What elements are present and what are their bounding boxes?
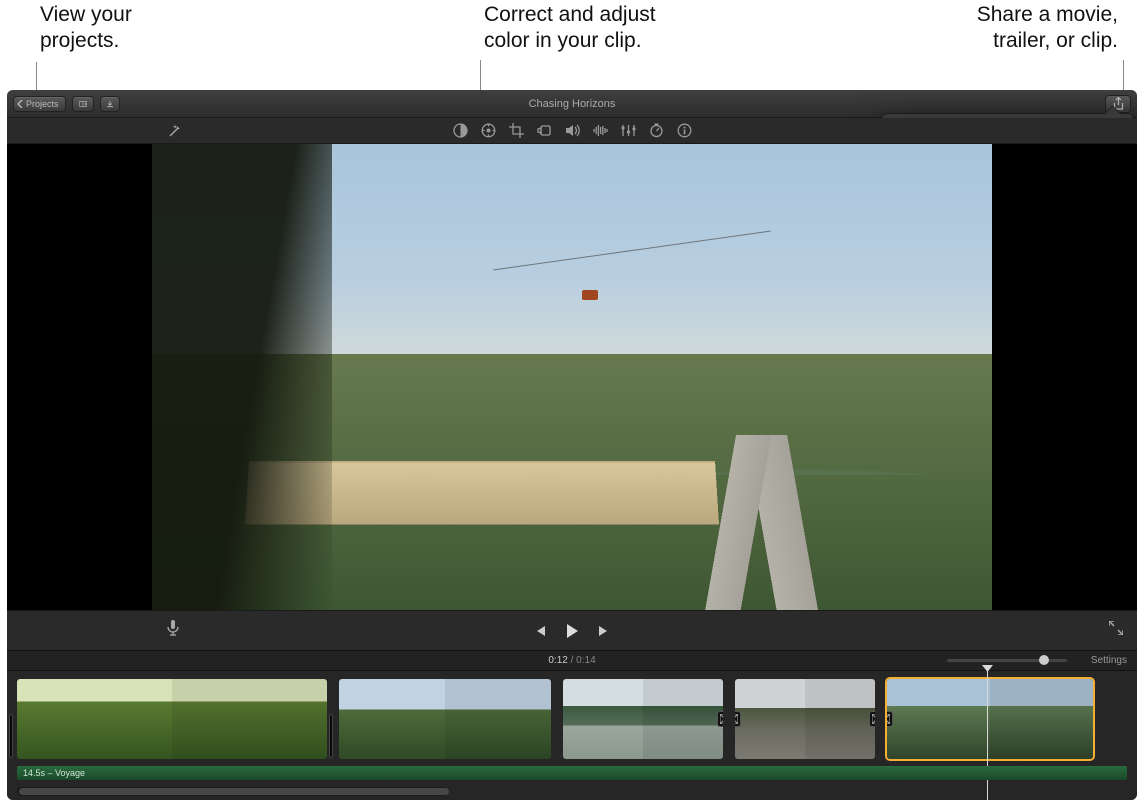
download-arrow-icon (107, 99, 113, 109)
timeline-clip[interactable] (17, 679, 327, 759)
callout-text: View your projects. (40, 3, 132, 52)
timeline-clip[interactable] (563, 679, 723, 759)
import-button[interactable] (100, 96, 120, 112)
next-button[interactable] (597, 624, 611, 638)
adjust-toolbar (7, 118, 1137, 144)
audio-track-label: 14.5s – Voyage (23, 768, 85, 778)
timeline-edge-handle-left[interactable] (9, 714, 13, 758)
info-button[interactable] (676, 123, 692, 139)
project-title: Chasing Horizons (529, 98, 616, 110)
audio-track[interactable]: 14.5s – Voyage (17, 766, 1127, 780)
viewer (7, 144, 1137, 650)
color-correction-button[interactable] (480, 123, 496, 139)
speed-button[interactable] (648, 123, 664, 139)
fullscreen-button[interactable] (1109, 621, 1123, 640)
zoom-slider[interactable] (947, 659, 1067, 662)
projects-button-label: Projects (26, 99, 59, 109)
transition-icon[interactable] (887, 711, 893, 727)
playhead[interactable] (987, 671, 988, 800)
equalizer-button[interactable] (620, 123, 636, 139)
timecode: 0:12 / 0:14 (548, 655, 595, 666)
callout-projects: View your projects. (40, 2, 132, 54)
layout-icon (79, 99, 87, 109)
annotation-callouts: View your projects. Correct and adjust c… (0, 0, 1144, 90)
preview-frame (152, 144, 992, 615)
clip-edge-handle[interactable] (329, 714, 333, 758)
chevron-left-icon (17, 100, 24, 108)
preview-area[interactable] (7, 144, 1137, 610)
transition-icon[interactable] (735, 711, 741, 727)
prev-button[interactable] (533, 624, 547, 638)
time-sep: / (568, 655, 576, 666)
playback-bar (7, 610, 1137, 650)
settings-button[interactable]: Settings (1091, 655, 1127, 666)
timeline-clip[interactable] (735, 679, 875, 759)
layout-button[interactable] (72, 96, 94, 112)
cable-car-icon (582, 290, 598, 300)
time-current: 0:12 (548, 655, 567, 666)
time-total: 0:14 (576, 655, 595, 666)
noise-reduction-button[interactable] (592, 123, 608, 139)
imovie-window: Projects Chasing Horizons (7, 90, 1137, 800)
clips-row (17, 679, 1127, 759)
stabilization-button[interactable] (536, 123, 552, 139)
play-button[interactable] (565, 624, 579, 638)
titlebar-left-group: Projects (7, 96, 120, 112)
volume-button[interactable] (564, 123, 580, 139)
callout-share: Share a movie, trailer, or clip. (977, 2, 1118, 54)
voiceover-button[interactable] (167, 620, 179, 641)
titlebar: Projects Chasing Horizons (7, 90, 1137, 118)
transition-icon[interactable] (869, 711, 875, 727)
callout-text: Share a movie, trailer, or clip. (977, 3, 1118, 52)
timecode-row: 0:12 / 0:14 Settings (7, 650, 1137, 670)
timeline-scrollbar[interactable] (17, 787, 447, 796)
crop-button[interactable] (508, 123, 524, 139)
color-balance-button[interactable] (452, 123, 468, 139)
transition-icon[interactable] (717, 711, 723, 727)
magic-wand-button[interactable] (167, 123, 183, 139)
callout-text: Correct and adjust color in your clip. (484, 3, 656, 52)
timeline-clip[interactable] (339, 679, 551, 759)
projects-button[interactable]: Projects (13, 96, 66, 112)
timeline[interactable]: 14.5s – Voyage (7, 670, 1137, 800)
timeline-clip[interactable] (887, 679, 1093, 759)
callout-color: Correct and adjust color in your clip. (484, 2, 656, 54)
